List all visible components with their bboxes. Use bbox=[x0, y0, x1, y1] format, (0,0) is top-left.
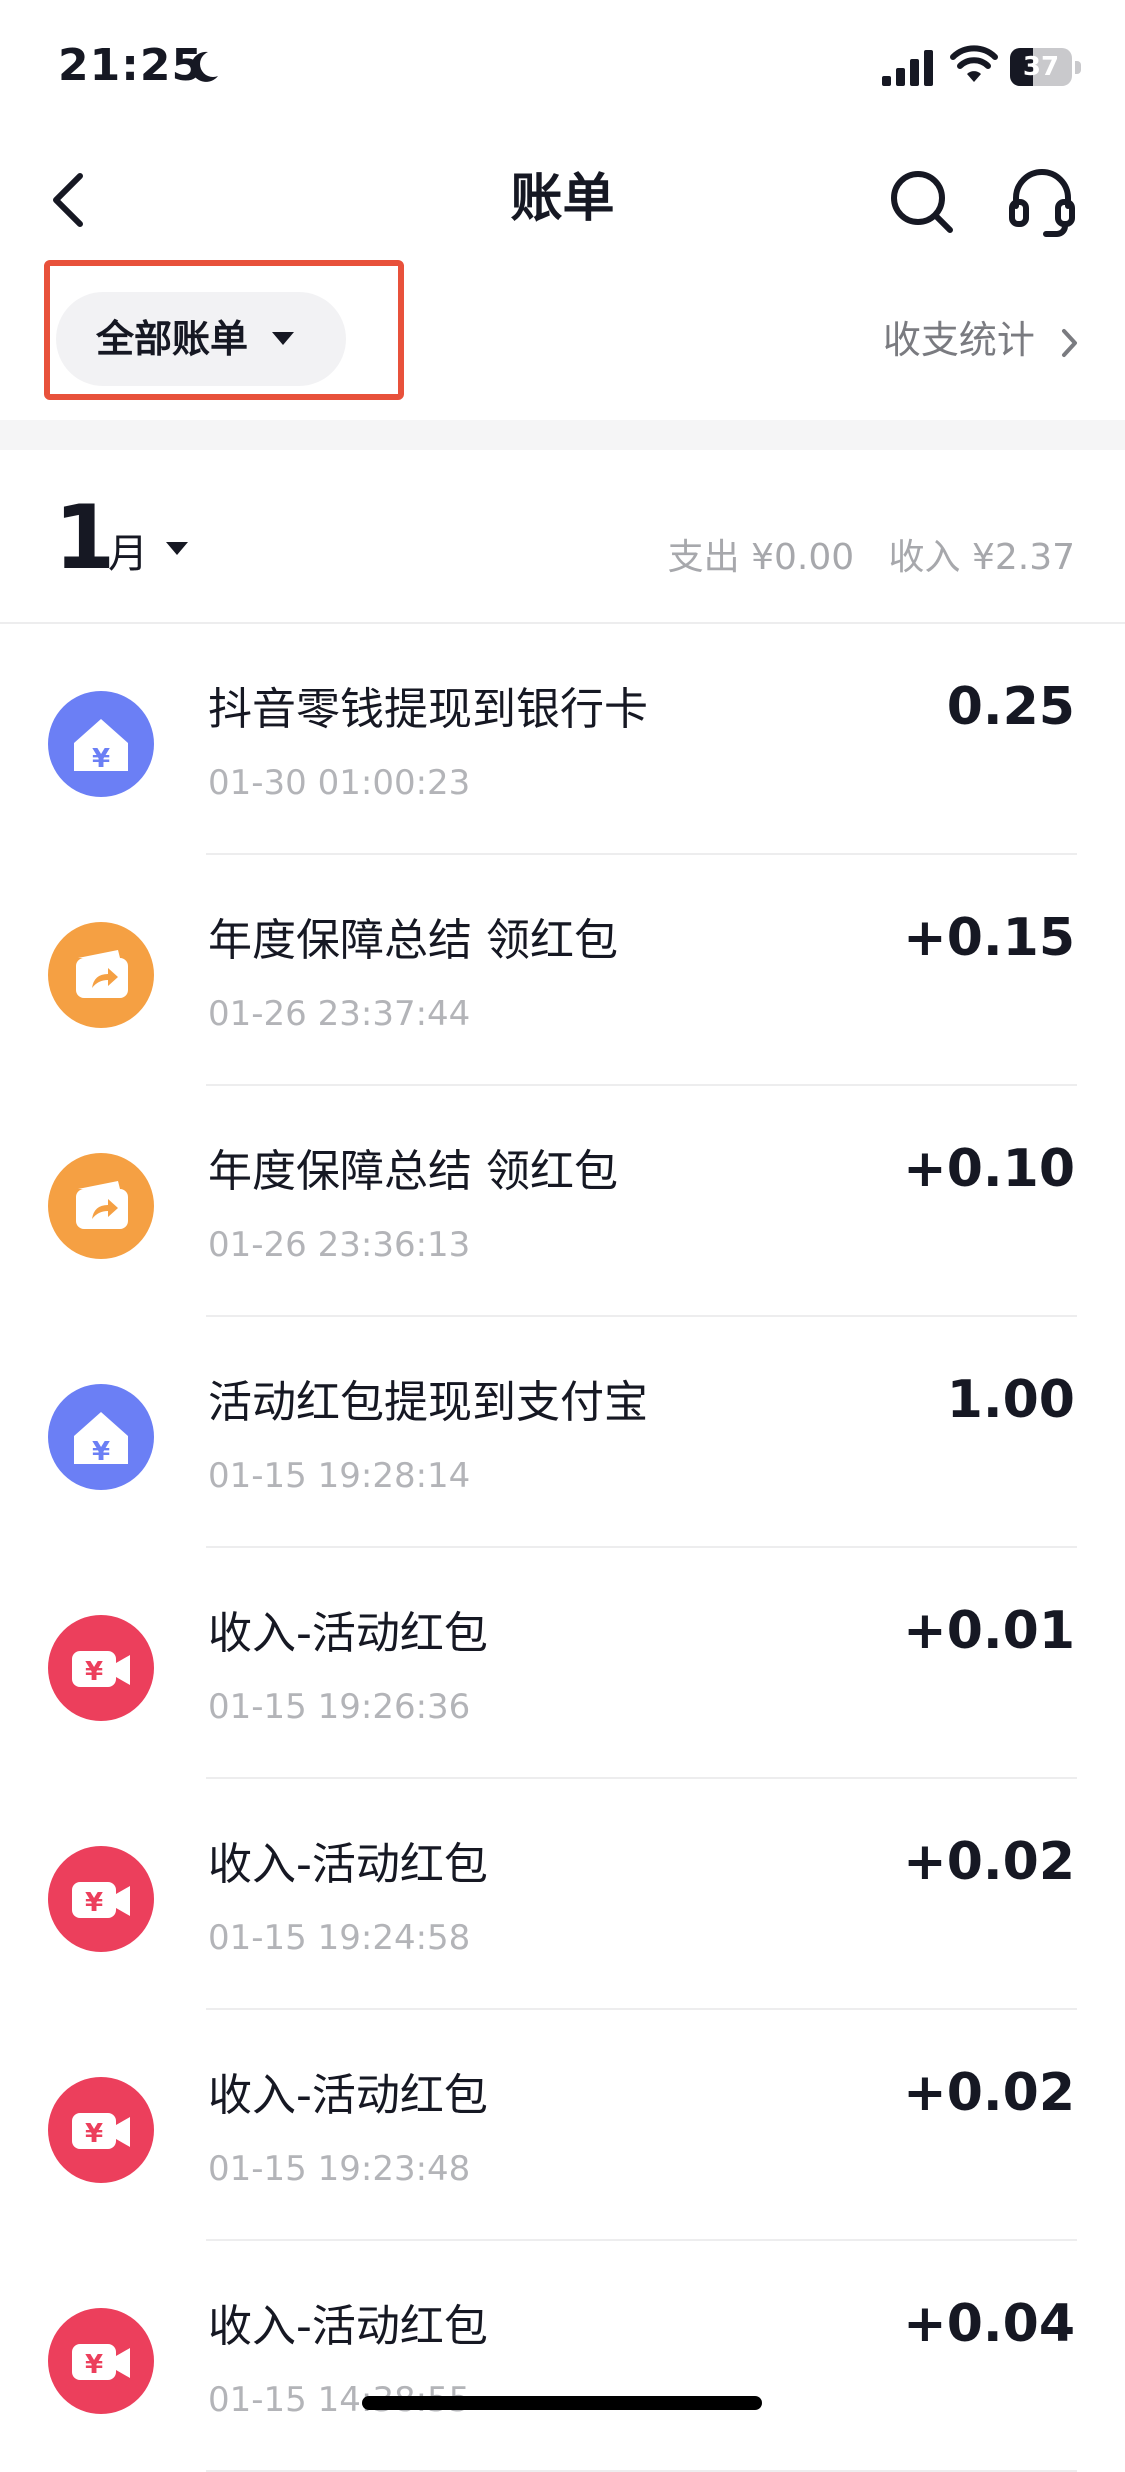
transaction-time: 01-15 19:24:58 bbox=[208, 1918, 471, 1958]
transaction-amount: +0.15 bbox=[903, 908, 1075, 968]
filter-area: 全部账单 收支统计 bbox=[0, 260, 1125, 420]
expense-label: 支出 bbox=[667, 537, 740, 578]
svg-text:¥: ¥ bbox=[85, 2350, 103, 2380]
expense-value: ¥0.00 bbox=[751, 537, 855, 578]
chevron-right-icon bbox=[1062, 328, 1077, 357]
signal-icon bbox=[882, 50, 933, 86]
transaction-time: 01-26 23:36:13 bbox=[208, 1225, 471, 1265]
wallet-share-icon bbox=[48, 1153, 154, 1259]
status-time: 21:25 bbox=[58, 40, 204, 91]
transaction-title: 年度保障总结 领红包 bbox=[208, 1146, 618, 1197]
transaction-row[interactable]: ¥ 收入-活动红包 01-15 19:24:58 +0.02 bbox=[0, 1779, 1125, 2010]
svg-text:¥: ¥ bbox=[85, 1657, 103, 1687]
transaction-row[interactable]: 年度保障总结 领红包 01-26 23:37:44 +0.15 bbox=[0, 855, 1125, 1086]
transaction-amount: +0.02 bbox=[903, 1832, 1075, 1892]
transaction-row[interactable]: ¥ 收入-活动红包 01-15 19:26:36 +0.01 bbox=[0, 1548, 1125, 1779]
transaction-row[interactable]: ¥ 收入-活动红包 01-15 19:23:48 +0.02 bbox=[0, 2010, 1125, 2241]
transaction-amount: 0.25 bbox=[946, 677, 1075, 737]
transaction-time: 01-30 01:00:23 bbox=[208, 763, 471, 803]
month-number: 1 bbox=[54, 486, 116, 589]
transaction-title: 收入-活动红包 bbox=[208, 2070, 488, 2121]
transaction-row[interactable]: ¥ 收入-活动红包 01-15 14:38:55 +0.04 bbox=[0, 2241, 1125, 2472]
moon-icon bbox=[191, 51, 218, 82]
battery-icon: 37 bbox=[1010, 48, 1084, 86]
transaction-amount: 1.00 bbox=[946, 1370, 1075, 1430]
home-indicator bbox=[362, 2396, 762, 2410]
svg-text:¥: ¥ bbox=[85, 1888, 103, 1918]
svg-text:¥: ¥ bbox=[92, 1437, 110, 1467]
caret-down-icon bbox=[272, 332, 294, 345]
transaction-title: 收入-活动红包 bbox=[208, 1608, 488, 1659]
section-divider bbox=[0, 420, 1125, 450]
video-money-icon: ¥ bbox=[48, 2077, 154, 2183]
caret-down-icon bbox=[166, 542, 188, 555]
transaction-row[interactable]: 年度保障总结 领红包 01-26 23:36:13 +0.10 bbox=[0, 1086, 1125, 1317]
transaction-title: 收入-活动红包 bbox=[208, 2301, 488, 2352]
withdraw-icon: ¥ bbox=[48, 691, 154, 797]
nav-bar: 账单 bbox=[0, 140, 1125, 260]
page-title: 账单 bbox=[510, 169, 615, 229]
video-money-icon: ¥ bbox=[48, 1615, 154, 1721]
transaction-time: 01-15 19:23:48 bbox=[208, 2149, 471, 2189]
transaction-title: 活动红包提现到支付宝 bbox=[208, 1377, 648, 1428]
transaction-time: 01-15 19:28:14 bbox=[208, 1456, 471, 1496]
bill-filter-dropdown[interactable]: 全部账单 bbox=[56, 292, 346, 386]
headset-icon[interactable] bbox=[1006, 162, 1078, 238]
income-expense-stats-link[interactable]: 收支统计 bbox=[883, 310, 1081, 370]
svg-text:¥: ¥ bbox=[92, 744, 110, 774]
bill-filter-label: 全部账单 bbox=[96, 317, 249, 361]
transaction-amount: +0.02 bbox=[903, 2063, 1075, 2123]
video-money-icon: ¥ bbox=[48, 1846, 154, 1952]
month-header: 1 月 支出 ¥0.00 收入 ¥2.37 bbox=[0, 450, 1125, 624]
transaction-row[interactable]: ¥ 活动红包提现到支付宝 01-15 19:28:14 1.00 bbox=[0, 1317, 1125, 1548]
video-money-icon: ¥ bbox=[48, 2308, 154, 2414]
search-icon[interactable] bbox=[886, 162, 956, 238]
transaction-time: 01-26 23:37:44 bbox=[208, 994, 471, 1034]
svg-text:¥: ¥ bbox=[85, 2119, 103, 2149]
withdraw-icon: ¥ bbox=[48, 1384, 154, 1490]
transaction-amount: +0.04 bbox=[903, 2294, 1075, 2354]
battery-level: 37 bbox=[1022, 52, 1060, 82]
transaction-amount: +0.10 bbox=[903, 1139, 1075, 1199]
transaction-time: 01-15 19:26:36 bbox=[208, 1687, 471, 1727]
transaction-title: 年度保障总结 领红包 bbox=[208, 915, 618, 966]
transaction-row[interactable]: ¥ 抖音零钱提现到银行卡 01-30 01:00:23 0.25 bbox=[0, 624, 1125, 855]
transaction-title: 抖音零钱提现到银行卡 bbox=[208, 684, 648, 735]
stats-link-label: 收支统计 bbox=[882, 318, 1035, 362]
wifi-icon bbox=[950, 45, 998, 82]
month-unit: 月 bbox=[108, 531, 148, 577]
income-label: 收入 bbox=[888, 537, 961, 578]
income-value: ¥2.37 bbox=[971, 537, 1075, 578]
status-bar: 21:25 37 bbox=[0, 0, 1125, 140]
transaction-list: ¥ 抖音零钱提现到银行卡 01-30 01:00:23 0.25 年度保障总结 … bbox=[0, 624, 1125, 2472]
transaction-title: 收入-活动红包 bbox=[208, 1839, 488, 1890]
wallet-share-icon bbox=[48, 922, 154, 1028]
month-summary: 支出 ¥0.00 收入 ¥2.37 bbox=[668, 530, 1075, 586]
transaction-amount: +0.01 bbox=[903, 1601, 1075, 1661]
